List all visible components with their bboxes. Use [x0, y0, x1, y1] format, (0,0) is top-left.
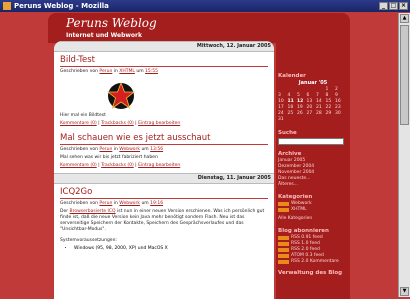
comments-link[interactable]: Kommentare (0) [60, 163, 97, 168]
post-text: Mal sehen was wir bis jetzt fabriziert h… [60, 155, 158, 160]
scrollbar-thumb[interactable] [400, 25, 409, 125]
post-links: Kommentare (0) | Trackbacks (0) | Eintra… [60, 163, 181, 168]
category-link[interactable]: XHTML [119, 69, 135, 74]
calendar-day [335, 116, 345, 122]
archive-item[interactable]: Älteres... [278, 182, 350, 188]
sidebar: Kalender Januar '05 1 2 3 4 5 6 7 8 9 10 11 12 13 14 1… [276, 41, 350, 299]
time-link[interactable]: 15:55 [145, 69, 158, 74]
blog-title[interactable]: Peruns Weblog [66, 16, 157, 30]
system-requirements: Systemvoraussetzungen: [60, 238, 117, 243]
post-meta: Geschrieben von Perun in XHTML um 15:55 [60, 69, 274, 75]
calendar-week: 17 18 19 20 21 22 23 [278, 104, 345, 110]
post-links: Kommentare (0) | Trackbacks (0) | Eintra… [60, 121, 181, 126]
scroll-up-icon[interactable]: ▲ [400, 14, 409, 23]
window-title: Peruns Weblog - Mozilla [14, 2, 109, 10]
window-controls: _ □ × [379, 2, 408, 10]
trackbacks-link[interactable]: Trackbacks (0) [101, 163, 134, 168]
calendar-grid: 1 2 3 4 5 6 7 8 9 10 11 12 13 14 15 16 17 18 19 20 21 22 23 24 2… [278, 86, 345, 122]
date-header: Mittwoch, 12. Januar 2005 [54, 41, 274, 52]
xml-feed-icon [278, 260, 289, 264]
admin-heading: Verwaltung des Blog [278, 270, 343, 276]
post-text: Der Browserbasierte ICQ ist nun in einer… [60, 209, 270, 233]
trackbacks-link[interactable]: Trackbacks (0) [101, 121, 134, 126]
maximize-icon[interactable]: □ [389, 2, 398, 10]
calendar-day [307, 116, 317, 122]
search-heading: Suche [278, 130, 297, 136]
meta-at: um [141, 201, 149, 206]
comments-link[interactable]: Kommentare (0) [60, 121, 97, 126]
calendar-day [316, 116, 326, 122]
meta-prefix: Geschrieben von [60, 69, 98, 74]
post-text: Hier mal ein Bildtest [60, 113, 106, 118]
xml-feed-icon [278, 202, 289, 206]
post-meta: Geschrieben von Perun in Webwork um 13:5… [60, 147, 274, 153]
meta-prefix: Geschrieben von [60, 147, 98, 152]
list-item: Windows (95, 98, 2000, XP) und MacOS X [74, 246, 274, 251]
edit-entry-link[interactable]: Eintrag bearbeiten [138, 121, 180, 126]
xml-feed-icon [278, 236, 289, 240]
category-link[interactable]: Webwork [119, 147, 140, 152]
minimize-icon[interactable]: _ [379, 2, 388, 10]
author-link[interactable]: Perun [99, 69, 112, 74]
author-link[interactable]: Perun [99, 201, 112, 206]
xml-feed-icon [278, 248, 289, 252]
calendar-day [326, 116, 336, 122]
close-icon[interactable]: × [399, 2, 408, 10]
category-item[interactable]: XHTML [278, 207, 350, 213]
calendar-day[interactable]: 31 [278, 116, 288, 122]
archive-heading: Archive [278, 151, 302, 157]
xml-feed-icon [278, 208, 289, 212]
xml-feed-icon [278, 242, 289, 246]
meta-prefix: Geschrieben von [60, 201, 98, 206]
mozilla-app-icon [3, 2, 11, 10]
date-header: Dienstag, 11. Januar 2005 [54, 173, 274, 184]
requirements-list: Windows (95, 98, 2000, XP) und MacOS X [74, 246, 274, 251]
window-titlebar: Peruns Weblog - Mozilla _ □ × [0, 0, 410, 12]
search-input[interactable] [278, 138, 344, 145]
meta-at: um [141, 147, 149, 152]
meta-in: in [113, 147, 118, 152]
red-star-icon [106, 81, 136, 111]
scroll-down-icon[interactable]: ▼ [400, 287, 409, 296]
feed-item[interactable]: RSS 2.0 Kommentare [278, 259, 350, 265]
category-label[interactable]: XHTML [291, 207, 307, 213]
meta-at: um [136, 69, 144, 74]
browser-icq-link[interactable]: Browserbasierte ICQ [70, 209, 116, 214]
text-part: Der [60, 209, 69, 214]
category-link[interactable]: Webwork [119, 201, 140, 206]
author-link[interactable]: Perun [99, 147, 112, 152]
main-content: Mittwoch, 12. Januar 2005 Bild-Test Gesc… [54, 41, 274, 299]
calendar-week: 10 11 12 13 14 15 16 [278, 98, 345, 104]
post-meta: Geschrieben von Perun in Webwork um 19:1… [60, 201, 274, 207]
all-categories-link[interactable]: Alle Kategorien [278, 216, 350, 222]
calendar-day [297, 116, 307, 122]
meta-in: in [113, 69, 118, 74]
time-link[interactable]: 13:56 [150, 147, 163, 152]
categories-heading: Kategorien [278, 194, 313, 200]
calendar-day [288, 116, 298, 122]
meta-in: in [113, 201, 118, 206]
subscribe-heading: Blog abonnieren [278, 228, 329, 234]
post-title[interactable]: Bild-Test [60, 55, 268, 67]
calendar-week: 31 [278, 116, 345, 122]
calendar-heading: Kalender [278, 73, 306, 79]
blog-subtitle: Internet und Webwork [66, 32, 143, 39]
time-link[interactable]: 19:16 [150, 201, 163, 206]
calendar-week: 24 25 26 27 28 29 30 [278, 110, 345, 116]
post-title[interactable]: ICQ2Go [60, 187, 268, 199]
edit-entry-link[interactable]: Eintrag bearbeiten [138, 163, 180, 168]
archive-list: Januar 2005 Dezember 2004 November 2004 … [276, 158, 350, 188]
feed-label[interactable]: RSS 2.0 Kommentare [291, 259, 339, 265]
blog-header: Peruns Weblog Internet und Webwork [48, 13, 350, 43]
scrollbar[interactable]: ▲ ▼ [398, 13, 410, 297]
post-title[interactable]: Mal schauen wie es jetzt ausschaut [60, 133, 268, 145]
xml-feed-icon [278, 254, 289, 258]
